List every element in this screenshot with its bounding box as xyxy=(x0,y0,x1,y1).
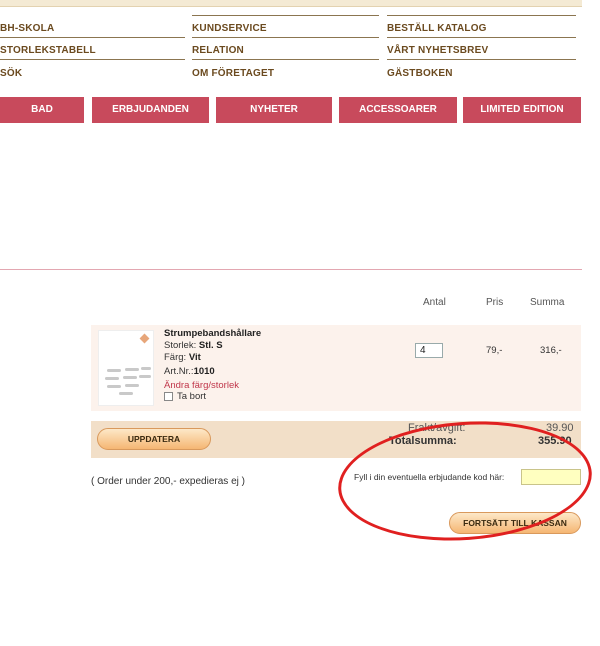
shipping-value: 39.90 xyxy=(546,422,574,434)
link-bestall-katalog[interactable]: BESTÄLL KATALOG xyxy=(387,23,487,34)
divider xyxy=(387,59,576,60)
divider xyxy=(192,37,379,38)
link-om-foretaget[interactable]: OM FÖRETAGET xyxy=(192,68,274,79)
order-minimum-note: ( Order under 200,- expedieras ej ) xyxy=(91,476,245,487)
header-pris: Pris xyxy=(486,297,504,308)
size-label: Storlek: xyxy=(164,340,197,351)
divider xyxy=(0,37,185,38)
product-size: Storlek: Stl. S xyxy=(164,340,223,351)
link-gastboken[interactable]: GÄSTBOKEN xyxy=(387,68,453,79)
nav-limited-edition[interactable]: LIMITED EDITION xyxy=(463,97,581,123)
total-value: 355.90 xyxy=(538,435,572,447)
checkout-button[interactable]: FORTSÄTT TILL KASSAN xyxy=(449,512,581,534)
divider xyxy=(192,15,379,16)
remove-item[interactable]: Ta bort xyxy=(164,391,206,402)
shipping-label: Frakt/avgift: xyxy=(408,422,466,434)
nav-bad[interactable]: BAD xyxy=(0,97,84,123)
product-color: Färg: Vit xyxy=(164,352,201,363)
garter-strip xyxy=(107,385,121,388)
cart-item-row: Strumpebandshållare Storlek: Stl. S Färg… xyxy=(91,325,581,411)
art-label: Art.Nr.: xyxy=(164,366,194,377)
divider xyxy=(387,37,576,38)
top-strip xyxy=(0,0,582,7)
link-kundservice[interactable]: KUNDSERVICE xyxy=(192,23,267,34)
totals-bar: UPPDATERA Frakt/avgift: 39.90 Totalsumma… xyxy=(91,421,581,458)
header-summa: Summa xyxy=(530,297,565,308)
divider xyxy=(192,59,379,60)
nav-erbjudanden[interactable]: ERBJUDANDEN xyxy=(92,97,209,123)
total-label: Totalsumma: xyxy=(389,435,457,447)
link-nyhetsbrev[interactable]: VÅRT NYHETSBREV xyxy=(387,45,488,56)
link-relation[interactable]: RELATION xyxy=(192,45,244,56)
nav-nyheter[interactable]: NYHETER xyxy=(216,97,332,123)
divider xyxy=(387,15,576,16)
garter-strip xyxy=(119,392,133,395)
product-thumbnail[interactable] xyxy=(98,330,154,406)
promo-code-input[interactable] xyxy=(521,469,581,485)
link-sok[interactable]: SÖK xyxy=(0,68,22,79)
garter-strip xyxy=(107,369,121,372)
garter-strip xyxy=(141,367,151,370)
section-divider xyxy=(0,269,582,270)
promo-code-label: Fyll i din eventuella erbjudande kod här… xyxy=(354,472,505,482)
link-bh-skola[interactable]: BH-SKOLA xyxy=(0,23,54,34)
item-price: 79,- xyxy=(486,345,503,356)
size-value: Stl. S xyxy=(198,340,223,351)
quantity-input[interactable] xyxy=(415,343,443,358)
item-sum: 316,- xyxy=(540,345,562,356)
link-storlekstabell[interactable]: STORLEKSTABELL xyxy=(0,45,96,56)
product-name: Strumpebandshållare xyxy=(164,328,262,339)
product-art-nr: Art.Nr.:1010 xyxy=(164,366,215,377)
change-color-size-link[interactable]: Ändra färg/storlek xyxy=(164,380,239,391)
header-antal: Antal xyxy=(423,297,446,308)
art-value: 1010 xyxy=(193,366,215,377)
nav-accessoarer[interactable]: ACCESSOARER xyxy=(339,97,457,123)
color-label: Färg: xyxy=(164,352,187,363)
divider xyxy=(0,59,185,60)
garter-strip xyxy=(105,377,119,380)
garter-strip xyxy=(139,375,151,378)
brand-mark-icon xyxy=(139,333,150,344)
garter-strip xyxy=(125,368,139,371)
color-value: Vit xyxy=(188,352,201,363)
update-button[interactable]: UPPDATERA xyxy=(97,428,211,450)
garter-strip xyxy=(123,376,137,379)
garter-strip xyxy=(125,384,139,387)
remove-checkbox[interactable] xyxy=(164,392,173,401)
remove-label: Ta bort xyxy=(177,391,207,402)
